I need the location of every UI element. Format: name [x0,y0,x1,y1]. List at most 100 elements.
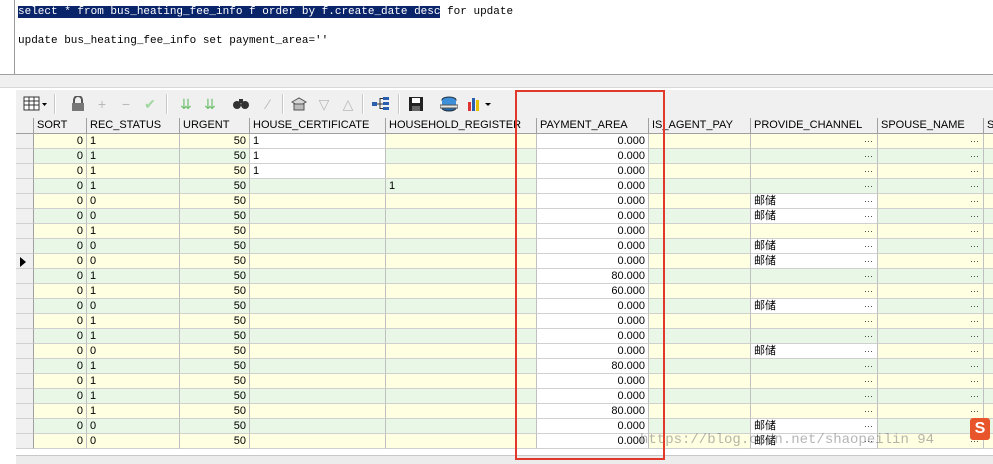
cell-spouse-name[interactable]: ··· [878,404,984,419]
cell-sort[interactable]: 0 [34,299,87,314]
cell-is-agent-pay[interactable] [649,389,751,404]
cell-urgent[interactable]: 50 [180,299,250,314]
cell-ellipsis-button[interactable]: ··· [970,209,979,223]
cell-spouse-name[interactable]: ··· [878,359,984,374]
cell-spouse-name[interactable]: ··· [878,314,984,329]
cell-household-register[interactable] [386,314,537,329]
next-record-icon[interactable]: ⇊ [176,93,196,115]
cell-ellipsis-button[interactable]: ··· [864,299,873,313]
cell-house-certificate[interactable] [250,344,386,359]
cell-s[interactable] [984,254,993,269]
save-icon[interactable] [406,93,426,115]
row-indicator[interactable] [16,359,34,374]
cell-spouse-name[interactable]: ··· [878,179,984,194]
cell-rec-status[interactable]: 1 [87,404,180,419]
cell-s[interactable] [984,149,993,164]
sort-desc-icon[interactable]: ▽ [314,93,334,115]
cell-s[interactable] [984,284,993,299]
cell-rec-status[interactable]: 1 [87,134,180,149]
cell-household-register[interactable]: 1 [386,179,537,194]
cell-spouse-name[interactable]: ··· [878,164,984,179]
cell-provide-channel[interactable]: ··· [751,284,878,299]
cell-spouse-name[interactable]: ··· [878,374,984,389]
cell-house-certificate[interactable] [250,374,386,389]
cell-payment-area[interactable]: 0.000 [537,239,649,254]
row-indicator[interactable] [16,179,34,194]
cell-sort[interactable]: 0 [34,359,87,374]
cell-sort[interactable]: 0 [34,344,87,359]
cell-sort[interactable]: 0 [34,374,87,389]
cell-ellipsis-button[interactable]: ··· [970,164,979,178]
cell-s[interactable] [984,329,993,344]
cell-house-certificate[interactable] [250,329,386,344]
cell-spouse-name[interactable]: ··· [878,239,984,254]
cell-provide-channel[interactable]: ··· [751,404,878,419]
cell-ellipsis-button[interactable]: ··· [970,269,979,283]
cell-house-certificate[interactable] [250,179,386,194]
cell-rec-status[interactable]: 0 [87,194,180,209]
cell-ellipsis-button[interactable]: ··· [970,134,979,148]
cell-urgent[interactable]: 50 [180,239,250,254]
cell-s[interactable] [984,389,993,404]
row-indicator[interactable] [16,344,34,359]
cell-provide-channel[interactable]: ··· [751,329,878,344]
cell-house-certificate[interactable] [250,254,386,269]
cell-urgent[interactable]: 50 [180,269,250,284]
cell-s[interactable] [984,194,993,209]
cell-ellipsis-button[interactable]: ··· [864,164,873,178]
cell-house-certificate[interactable]: 1 [250,149,386,164]
sql-editor[interactable]: select * from bus_heating_fee_info f ord… [14,0,993,74]
cell-spouse-name[interactable]: ··· [878,254,984,269]
row-indicator[interactable] [16,194,34,209]
cell-household-register[interactable] [386,359,537,374]
cell-rec-status[interactable]: 1 [87,164,180,179]
cell-is-agent-pay[interactable] [649,329,751,344]
cell-provide-channel[interactable]: 邮储 ··· [751,254,878,269]
table-row[interactable]: 00500.000邮储······ [16,239,993,254]
cell-rec-status[interactable]: 1 [87,314,180,329]
cell-rec-status[interactable]: 1 [87,269,180,284]
cell-s[interactable] [984,164,993,179]
cell-household-register[interactable] [386,194,537,209]
cell-rec-status[interactable]: 1 [87,359,180,374]
sort-asc-icon[interactable]: △ [338,93,358,115]
cell-ellipsis-button[interactable]: ··· [970,359,979,373]
cell-sort[interactable]: 0 [34,239,87,254]
table-row[interactable]: 00500.000邮储······ [16,254,993,269]
row-indicator[interactable] [16,404,34,419]
cell-urgent[interactable]: 50 [180,314,250,329]
cell-house-certificate[interactable] [250,404,386,419]
cell-payment-area[interactable]: 0.000 [537,149,649,164]
cell-spouse-name[interactable]: ··· [878,194,984,209]
cell-rec-status[interactable]: 1 [87,329,180,344]
cell-sort[interactable]: 0 [34,314,87,329]
cell-is-agent-pay[interactable] [649,284,751,299]
table-row[interactable]: 0 1 50 1 0.000 ··· ··· [16,149,993,164]
cell-household-register[interactable] [386,164,537,179]
cell-rec-status[interactable]: 1 [87,179,180,194]
table-row[interactable]: 00500.000邮储······ [16,344,993,359]
row-indicator[interactable] [16,284,34,299]
cell-provide-channel[interactable]: ··· [751,179,878,194]
cell-urgent[interactable]: 50 [180,374,250,389]
row-indicator[interactable] [16,389,34,404]
cell-house-certificate[interactable] [250,239,386,254]
cell-ellipsis-button[interactable]: ··· [864,239,873,253]
delete-record-icon[interactable]: − [116,93,136,115]
cell-household-register[interactable] [386,269,537,284]
cell-ellipsis-button[interactable]: ··· [970,329,979,343]
cell-spouse-name[interactable]: ··· [878,329,984,344]
cell-sort[interactable]: 0 [34,284,87,299]
cell-rec-status[interactable]: 0 [87,254,180,269]
cell-sort[interactable]: 0 [34,149,87,164]
row-indicator[interactable] [16,434,34,449]
row-indicator[interactable] [16,149,34,164]
cell-spouse-name[interactable]: ··· [878,224,984,239]
add-record-icon[interactable]: + [92,93,112,115]
cell-payment-area[interactable]: 0.000 [537,209,649,224]
cell-rec-status[interactable]: 0 [87,434,180,449]
cell-household-register[interactable] [386,344,537,359]
cell-urgent[interactable]: 50 [180,254,250,269]
cell-rec-status[interactable]: 1 [87,284,180,299]
column-header-s[interactable]: S [984,118,993,133]
